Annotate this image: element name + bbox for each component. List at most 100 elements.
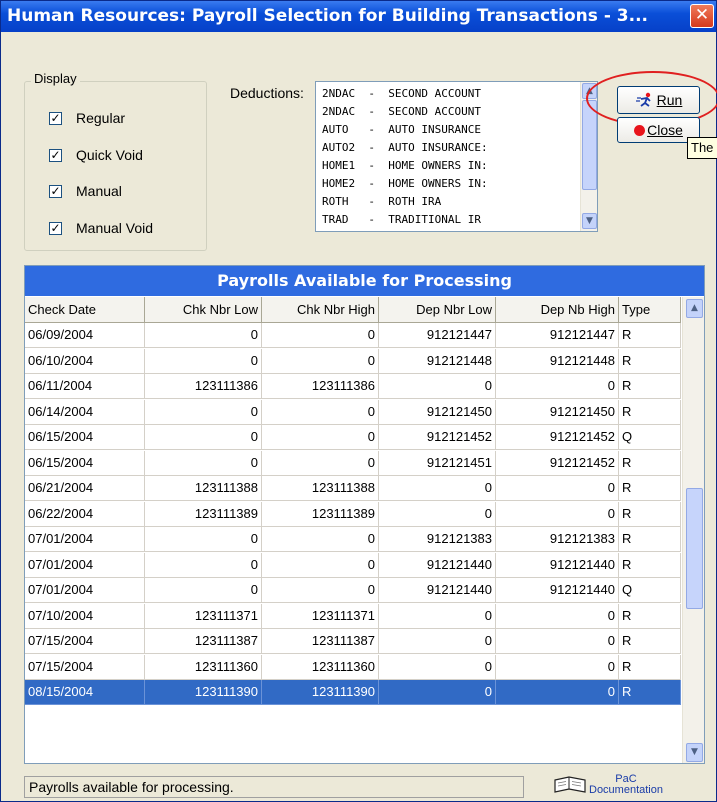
- window-title: Human Resources: Payroll Selection for B…: [7, 6, 648, 26]
- table-cell: 0: [262, 348, 379, 374]
- checkbox-regular-label: Regular: [76, 110, 126, 126]
- column-header[interactable]: Dep Nb High: [496, 297, 619, 323]
- table-cell: 0: [145, 527, 262, 552]
- table-cell: 912121447: [496, 323, 619, 348]
- table-cell: 0: [379, 680, 496, 705]
- table-row[interactable]: 06/15/2004 0 0 912121451 912121452 R: [25, 450, 681, 476]
- scroll-thumb[interactable]: [582, 100, 597, 190]
- table-cell: 912121448: [379, 348, 496, 374]
- table-row[interactable]: 06/22/2004 123111389 123111389 0 0 R: [25, 501, 681, 527]
- table-row[interactable]: 07/15/2004 123111387 123111387 0 0 R: [25, 629, 681, 654]
- grid-scrollbar[interactable]: ▲ ▼: [682, 297, 704, 763]
- table-cell: 0: [145, 425, 262, 450]
- deductions-listbox[interactable]: 2NDAC - SECOND ACCOUNT 2NDAC - SECOND AC…: [315, 81, 598, 232]
- table-row[interactable]: 07/10/2004 123111371 123111371 0 0 R: [25, 603, 681, 629]
- table-cell: 912121452: [496, 425, 619, 450]
- table-cell: 912121440: [496, 578, 619, 603]
- checkbox-manual[interactable]: ✓ Manual: [49, 182, 122, 200]
- table-cell: 07/10/2004: [25, 603, 145, 629]
- table-cell: 0: [496, 654, 619, 680]
- column-header[interactable]: Dep Nbr Low: [379, 297, 496, 323]
- tooltip: The: [687, 137, 717, 159]
- table-cell: 912121447: [379, 323, 496, 348]
- table-row[interactable]: 06/11/2004 123111386 123111386 0 0 R: [25, 374, 681, 399]
- checkbox-quick-void-label: Quick Void: [76, 147, 143, 163]
- column-header[interactable]: Type: [619, 297, 681, 323]
- table-cell: 0: [379, 501, 496, 527]
- table-cell: 123111360: [145, 654, 262, 680]
- deduction-item[interactable]: TRAD - TRADITIONAL IR: [322, 213, 481, 226]
- checkbox-manual-box[interactable]: ✓: [49, 184, 62, 198]
- table-cell: 912121450: [496, 399, 619, 425]
- payrolls-grid[interactable]: Payrolls Available for Processing Check …: [24, 265, 705, 764]
- deduction-item[interactable]: 2NDAC - SECOND ACCOUNT: [322, 87, 481, 100]
- table-cell: 912121440: [379, 578, 496, 603]
- scroll-down-icon[interactable]: ▼: [686, 743, 703, 762]
- window-close-button[interactable]: ✕: [690, 4, 714, 28]
- deduction-item[interactable]: HOME2 - HOME OWNERS IN:: [322, 177, 488, 190]
- table-row[interactable]: 06/10/2004 0 0 912121448 912121448 R: [25, 348, 681, 374]
- deduction-item[interactable]: HOME1 - HOME OWNERS IN:: [322, 159, 488, 172]
- table-cell: 06/22/2004: [25, 501, 145, 527]
- grid-header: Check Date Chk Nbr Low Chk Nbr High Dep …: [25, 297, 704, 323]
- table-cell: 123111386: [145, 374, 262, 399]
- table-row[interactable]: 07/15/2004 123111360 123111360 0 0 R: [25, 654, 681, 680]
- checkbox-regular[interactable]: ✓ Regular: [49, 109, 125, 127]
- table-cell: R: [619, 552, 681, 578]
- checkbox-quick-void-box[interactable]: ✓: [49, 148, 62, 162]
- pac-documentation-button[interactable]: PaC Documentation: [553, 772, 705, 798]
- stop-icon: [634, 124, 646, 136]
- deduction-item[interactable]: AUTO - AUTO INSURANCE: [322, 123, 481, 136]
- grid-title: Payrolls Available for Processing: [25, 266, 704, 296]
- table-cell: 0: [379, 654, 496, 680]
- column-header[interactable]: Chk Nbr Low: [145, 297, 262, 323]
- table-cell: 0: [262, 450, 379, 476]
- table-cell: 0: [496, 680, 619, 705]
- table-cell: 123111389: [262, 501, 379, 527]
- table-cell: R: [619, 629, 681, 654]
- deduction-item[interactable]: 2NDAC - SECOND ACCOUNT: [322, 105, 481, 118]
- deduction-item[interactable]: AUTO2 - AUTO INSURANCE:: [322, 141, 488, 154]
- table-row[interactable]: 08/15/2004 123111390 123111390 0 0 R: [25, 680, 681, 705]
- table-row[interactable]: 07/01/2004 0 0 912121383 912121383 R: [25, 527, 681, 552]
- scroll-thumb[interactable]: [686, 488, 703, 609]
- scroll-up-icon[interactable]: ▲: [686, 299, 703, 318]
- table-cell: Q: [619, 425, 681, 450]
- table-cell: 0: [145, 578, 262, 603]
- title-bar: Human Resources: Payroll Selection for B…: [1, 1, 716, 32]
- table-cell: 06/10/2004: [25, 348, 145, 374]
- table-cell: 08/15/2004: [25, 680, 145, 705]
- table-row[interactable]: 06/21/2004 123111388 123111388 0 0 R: [25, 476, 681, 501]
- table-cell: 06/21/2004: [25, 476, 145, 501]
- table-cell: 06/14/2004: [25, 399, 145, 425]
- table-row[interactable]: 06/14/2004 0 0 912121450 912121450 R: [25, 399, 681, 425]
- table-cell: 912121448: [496, 348, 619, 374]
- table-cell: R: [619, 348, 681, 374]
- column-header[interactable]: Check Date: [25, 297, 145, 323]
- table-cell: R: [619, 399, 681, 425]
- deduction-item[interactable]: ROTH - ROTH IRA: [322, 195, 441, 208]
- checkbox-quick-void[interactable]: ✓ Quick Void: [49, 146, 143, 164]
- table-row[interactable]: 07/01/2004 0 0 912121440 912121440 Q: [25, 578, 681, 603]
- table-cell: Q: [619, 578, 681, 603]
- checkbox-manual-void[interactable]: ✓ Manual Void: [49, 219, 153, 237]
- table-cell: R: [619, 680, 681, 705]
- column-header[interactable]: Chk Nbr High: [262, 297, 379, 323]
- table-cell: 07/01/2004: [25, 552, 145, 578]
- table-cell: 0: [496, 374, 619, 399]
- table-row[interactable]: 07/01/2004 0 0 912121440 912121440 R: [25, 552, 681, 578]
- checkbox-regular-box[interactable]: ✓: [49, 111, 62, 125]
- scroll-down-icon[interactable]: ▼: [582, 213, 597, 229]
- table-cell: 0: [145, 450, 262, 476]
- table-cell: 0: [262, 399, 379, 425]
- table-cell: 123111386: [262, 374, 379, 399]
- table-cell: 912121452: [379, 425, 496, 450]
- payroll-selection-window: Human Resources: Payroll Selection for B…: [0, 0, 717, 802]
- table-cell: 0: [379, 374, 496, 399]
- table-row[interactable]: 06/15/2004 0 0 912121452 912121452 Q: [25, 425, 681, 450]
- table-cell: 0: [496, 629, 619, 654]
- checkbox-manual-void-box[interactable]: ✓: [49, 221, 62, 235]
- table-cell: 123111389: [145, 501, 262, 527]
- table-cell: 06/11/2004: [25, 374, 145, 399]
- table-row[interactable]: 06/09/2004 0 0 912121447 912121447 R: [25, 323, 681, 348]
